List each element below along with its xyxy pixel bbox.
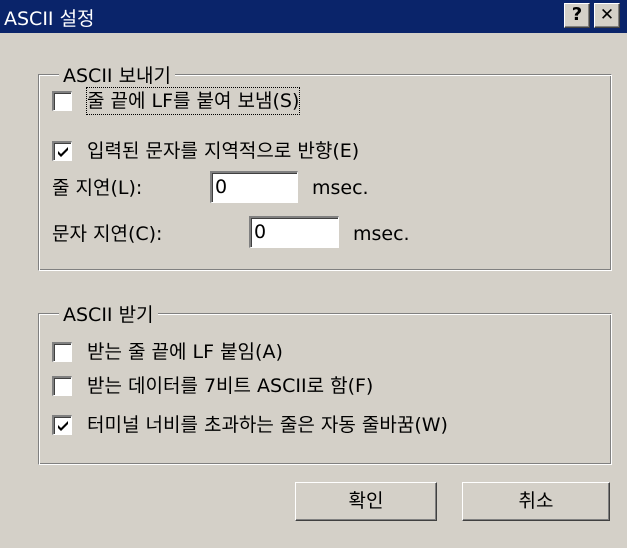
echo-local-checkbox[interactable] xyxy=(52,141,72,161)
close-button[interactable]: ✕ xyxy=(594,3,620,28)
force-7bit-label: 받는 데이터를 7비트 ASCII로 함(F) xyxy=(87,375,374,397)
append-lf-receive-label: 받는 줄 끝에 LF 붙임(A) xyxy=(87,341,283,363)
close-icon: ✕ xyxy=(599,5,615,25)
question-mark-icon: ? xyxy=(571,4,583,25)
append-lf-receive-checkbox[interactable] xyxy=(52,342,72,362)
line-delay-unit: msec. xyxy=(312,177,369,199)
append-lf-send-checkbox[interactable] xyxy=(52,91,72,111)
append-lf-send-label: 줄 끝에 LF를 붙여 보냄(S) xyxy=(85,87,301,115)
echo-local-label: 입력된 문자를 지역적으로 반향(E) xyxy=(87,140,360,162)
help-button[interactable]: ? xyxy=(564,3,590,28)
wrap-lines-label: 터미널 너비를 초과하는 줄은 자동 줄바꿈(W) xyxy=(87,414,448,436)
force-7bit-checkbox[interactable] xyxy=(52,376,72,396)
char-delay-input[interactable]: 0 xyxy=(249,216,339,248)
cancel-button[interactable]: 취소 xyxy=(462,482,610,521)
checkmark-icon xyxy=(58,421,68,431)
wrap-lines-checkbox[interactable] xyxy=(52,415,72,435)
send-group-legend: ASCII 보내기 xyxy=(59,61,176,88)
checkmark-icon xyxy=(58,147,68,157)
receive-group-legend: ASCII 받기 xyxy=(59,300,158,327)
title-bar: ASCII 설정 ? ✕ xyxy=(0,0,627,33)
ok-button[interactable]: 확인 xyxy=(295,482,437,521)
char-delay-unit: msec. xyxy=(353,223,410,245)
char-delay-label: 문자 지연(C): xyxy=(52,223,163,245)
line-delay-input[interactable]: 0 xyxy=(210,171,298,203)
line-delay-label: 줄 지연(L): xyxy=(52,177,143,199)
window-title: ASCII 설정 xyxy=(4,8,95,30)
